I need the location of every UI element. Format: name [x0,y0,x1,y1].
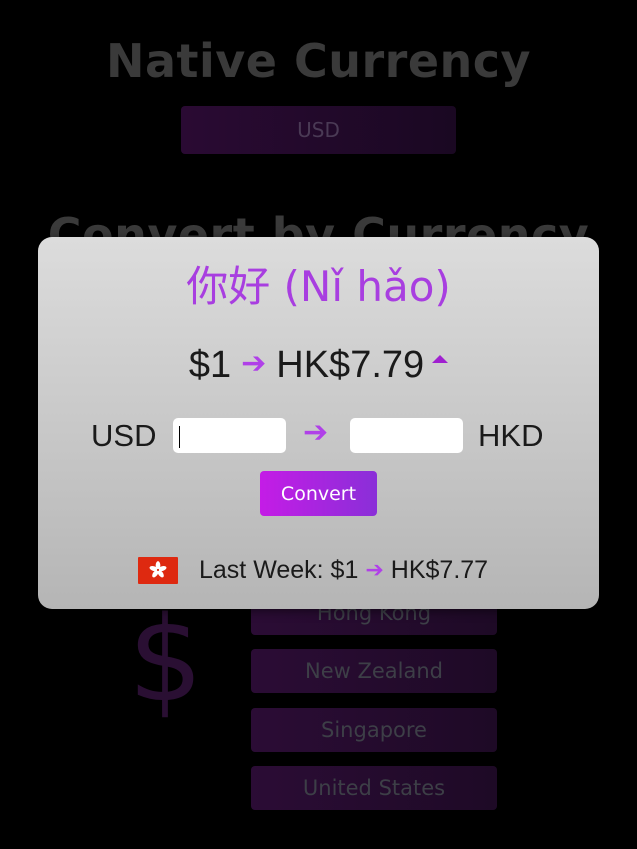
current-rate: $1 ➔ HK$7.79 [38,344,599,387]
rate-to: HK$7.79 [276,344,425,386]
arrow-right-icon: ➔ [241,347,267,380]
last-week-label: Last Week: $1 [199,556,359,584]
converter-row: USD ➔ HKD [38,416,599,455]
rate-from: $1 [188,344,232,386]
native-currency-select[interactable]: USD [181,106,456,154]
to-amount-input[interactable] [350,418,463,453]
country-button-new-zealand[interactable]: New Zealand [251,649,497,693]
country-button-united-states[interactable]: United States [251,766,497,810]
convert-button[interactable]: Convert [260,471,377,516]
last-week-to: HK$7.77 [390,556,489,584]
from-amount-input[interactable] [173,418,286,453]
caret-up-icon [432,355,449,363]
arrow-right-icon: ➔ [303,416,329,449]
from-currency-label: USD [91,418,157,453]
greeting: 你好 (Nǐ hǎo) [186,262,451,311]
conversion-modal: 你好 (Nǐ hǎo) $1 ➔ HK$7.79 USD ➔ HKD Convert [38,237,599,609]
hong-kong-flag-icon [138,557,178,584]
text-cursor [179,426,180,448]
last-week-rate: Last Week: $1 ➔ HK$7.77 [38,555,599,585]
arrow-right-icon: ➔ [365,557,384,582]
dollar-icon: $ [128,590,204,728]
native-currency-title: Native Currency [105,34,532,88]
to-currency-label: HKD [478,418,544,453]
country-button-singapore[interactable]: Singapore [251,708,497,752]
last-week-text: Last Week: $1 ➔ HK$7.77 [199,555,488,585]
